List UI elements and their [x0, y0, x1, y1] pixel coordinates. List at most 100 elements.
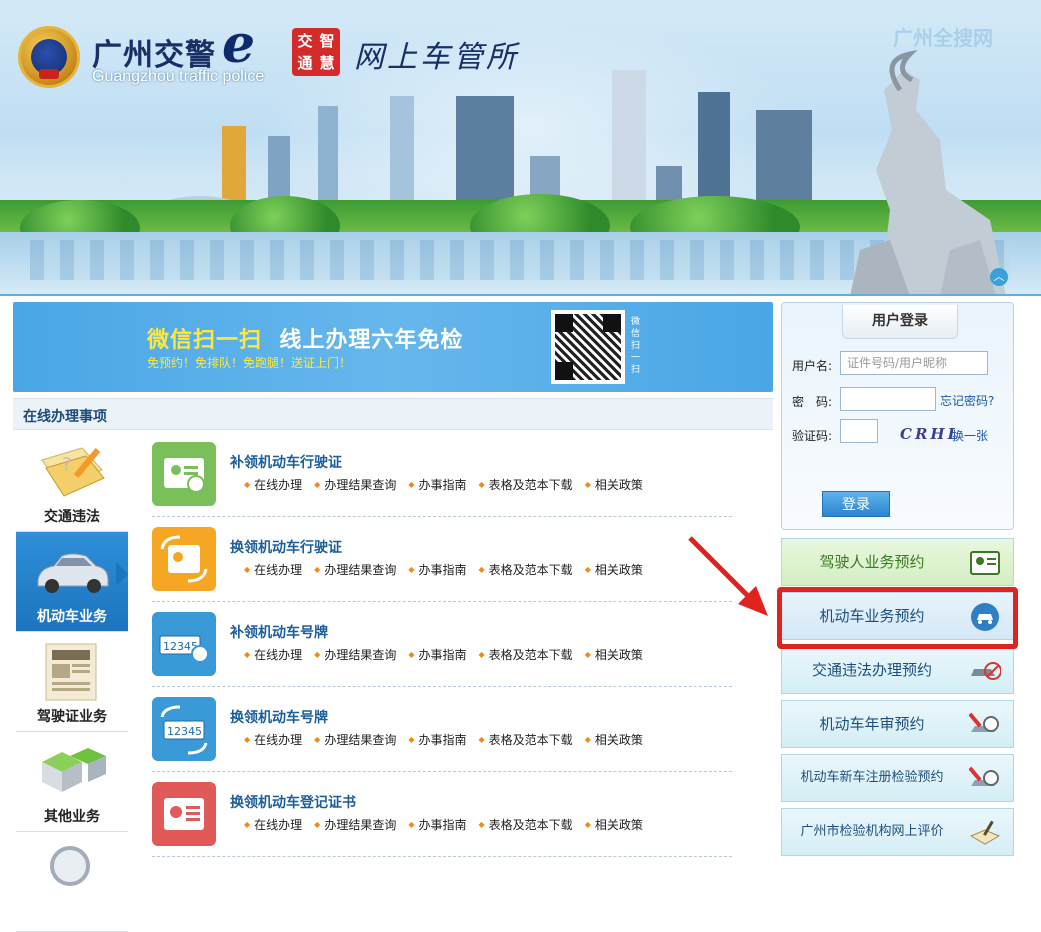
license-card-icon[interactable]: [152, 442, 216, 506]
section-header: 在线办理事项: [13, 398, 773, 430]
plate-icon[interactable]: 12345: [152, 612, 216, 676]
cubes-icon: [42, 748, 106, 792]
newspaper-icon: [45, 643, 97, 701]
police-emblem-icon: [18, 26, 80, 88]
documents-pencil-icon: ?: [41, 447, 105, 497]
tab-more[interactable]: [16, 832, 128, 932]
service-title[interactable]: 换领机动车号牌: [230, 707, 328, 727]
login-button[interactable]: 登录: [822, 491, 890, 517]
appointment-button[interactable]: 交通违法办理预约: [781, 646, 1014, 694]
station-title: 网上车管所: [354, 40, 519, 75]
appointment-button[interactable]: 机动车年审预约: [781, 700, 1014, 748]
tab-label: 其他业务: [44, 809, 100, 825]
login-tab[interactable]: 用户登录: [842, 305, 958, 339]
qr-caption: 微信扫一扫: [631, 317, 641, 375]
chevron-up-icon: ︿: [993, 270, 1005, 283]
site-subtitle: Guangzhou traffic police: [92, 68, 265, 85]
plate-swap-icon[interactable]: 12345: [152, 697, 216, 761]
service-title[interactable]: 换领机动车登记证书: [230, 792, 356, 812]
service-link[interactable]: 在线办理: [244, 476, 302, 493]
collapse-banner-button[interactable]: ︿: [990, 268, 1008, 286]
tab-driver-license[interactable]: 驾驶证业务: [16, 632, 128, 732]
appointment-label: 驾驶人业务预约: [819, 553, 925, 571]
tab-vehicle-business[interactable]: 机动车业务: [16, 532, 128, 632]
annotation-arrow: [688, 536, 768, 616]
service-link[interactable]: 办理结果查询: [314, 731, 396, 748]
service-item: 换领机动车行驶证在线办理办理结果查询办事指南表格及范本下载相关政策: [152, 517, 732, 602]
service-link[interactable]: 办事指南: [408, 646, 467, 663]
service-link[interactable]: 办事指南: [408, 476, 467, 493]
watermark: 广州全搜网: [893, 26, 993, 50]
appointment-label: 机动车新车注册检验预约: [800, 770, 944, 785]
banner-divider: [0, 294, 1041, 296]
service-link[interactable]: 表格及范本下载: [479, 561, 573, 578]
inspect-car-icon: [969, 712, 999, 732]
service-links: 在线办理办理结果查询办事指南表格及范本下载相关政策: [244, 561, 655, 578]
service-links: 在线办理办理结果查询办事指南表格及范本下载相关政策: [244, 646, 655, 663]
appointment-label: 机动车年审预约: [819, 715, 925, 733]
service-link[interactable]: 办事指南: [408, 816, 467, 833]
promo-subtitle: 免预约！免排队！免跑腿！送证上门！: [147, 356, 352, 370]
appointment-button[interactable]: 广州市检验机构网上评价: [781, 808, 1014, 856]
tab-traffic-violation[interactable]: ? 交通违法: [16, 432, 128, 532]
service-link[interactable]: 在线办理: [244, 731, 302, 748]
header-banner: 广州交警 e Guangzhou traffic police 交智 通慧 网上…: [0, 0, 1041, 296]
refresh-captcha-link[interactable]: 换一张: [952, 427, 988, 444]
password-input[interactable]: [840, 387, 936, 411]
service-link[interactable]: 相关政策: [585, 646, 643, 663]
new-car-inspect-icon: [969, 766, 999, 786]
service-links: 在线办理办理结果查询办事指南表格及范本下载相关政策: [244, 731, 655, 748]
service-link[interactable]: 办理结果查询: [314, 561, 396, 578]
login-panel: 用户登录 用户名: 证件号码/用户昵称 密 码: 忘记密码? 验证码: CRHL…: [781, 302, 1014, 530]
license-swap-icon[interactable]: [152, 527, 216, 591]
service-list: 补领机动车行驶证在线办理办理结果查询办事指南表格及范本下载相关政策换领机动车行驶…: [152, 432, 732, 872]
service-item: 换领机动车登记证书在线办理办理结果查询办事指南表格及范本下载相关政策: [152, 772, 732, 857]
service-link[interactable]: 相关政策: [585, 476, 643, 493]
appointment-label: 广州市检验机构网上评价: [800, 824, 944, 839]
service-link[interactable]: 表格及范本下载: [479, 816, 573, 833]
no-car-icon: [971, 662, 1001, 680]
wechat-promo-banner[interactable]: 微信扫一扫 线上办理六年免检 免预约！免排队！免跑腿！送证上门！ 微信扫一扫: [13, 302, 773, 392]
username-label: 用户名:: [792, 359, 833, 373]
service-link[interactable]: 办事指南: [408, 561, 467, 578]
forgot-password-link[interactable]: 忘记密码?: [940, 392, 994, 409]
service-link[interactable]: 在线办理: [244, 646, 302, 663]
captcha-input[interactable]: [840, 419, 878, 443]
service-links: 在线办理办理结果查询办事指南表格及范本下载相关政策: [244, 476, 655, 493]
service-link[interactable]: 办理结果查询: [314, 646, 396, 663]
service-title[interactable]: 换领机动车行驶证: [230, 537, 342, 557]
service-link[interactable]: 相关政策: [585, 816, 643, 833]
tab-label: 交通违法: [44, 509, 100, 525]
service-link[interactable]: 相关政策: [585, 731, 643, 748]
smart-traffic-seal: 交智 通慧: [292, 28, 340, 76]
certificate-icon[interactable]: [152, 782, 216, 846]
captcha-label: 验证码:: [792, 429, 833, 443]
service-item: 12345 换领机动车号牌在线办理办理结果查询办事指南表格及范本下载相关政策: [152, 687, 732, 772]
service-link[interactable]: 表格及范本下载: [479, 646, 573, 663]
section-title: 在线办理事项: [23, 409, 107, 425]
service-title[interactable]: 补领机动车号牌: [230, 622, 328, 642]
service-link[interactable]: 办事指南: [408, 731, 467, 748]
service-link[interactable]: 办理结果查询: [314, 816, 396, 833]
service-link[interactable]: 相关政策: [585, 561, 643, 578]
promo-title: 微信扫一扫 线上办理六年免检: [147, 328, 464, 353]
appointment-button[interactable]: 机动车新车注册检验预约: [781, 754, 1014, 802]
appointment-button[interactable]: 驾驶人业务预约: [781, 538, 1014, 586]
service-link[interactable]: 表格及范本下载: [479, 731, 573, 748]
service-link[interactable]: 在线办理: [244, 816, 302, 833]
tab-other-business[interactable]: 其他业务: [16, 732, 128, 832]
qr-code-icon: [551, 310, 625, 384]
svg-text:12345: 12345: [167, 725, 202, 738]
service-link[interactable]: 表格及范本下载: [479, 476, 573, 493]
id-card-icon: [970, 551, 1000, 575]
tab-label: 驾驶证业务: [37, 709, 107, 725]
service-item: 12345 补领机动车号牌在线办理办理结果查询办事指南表格及范本下载相关政策: [152, 602, 732, 687]
service-title[interactable]: 补领机动车行驶证: [230, 452, 342, 472]
car-icon: [37, 553, 109, 593]
password-label: 密 码:: [792, 395, 833, 409]
service-link[interactable]: 办理结果查询: [314, 476, 396, 493]
magnifier-icon: [50, 846, 90, 886]
username-input[interactable]: 证件号码/用户昵称: [840, 351, 988, 375]
service-link[interactable]: 在线办理: [244, 561, 302, 578]
svg-text:?: ?: [62, 454, 72, 475]
